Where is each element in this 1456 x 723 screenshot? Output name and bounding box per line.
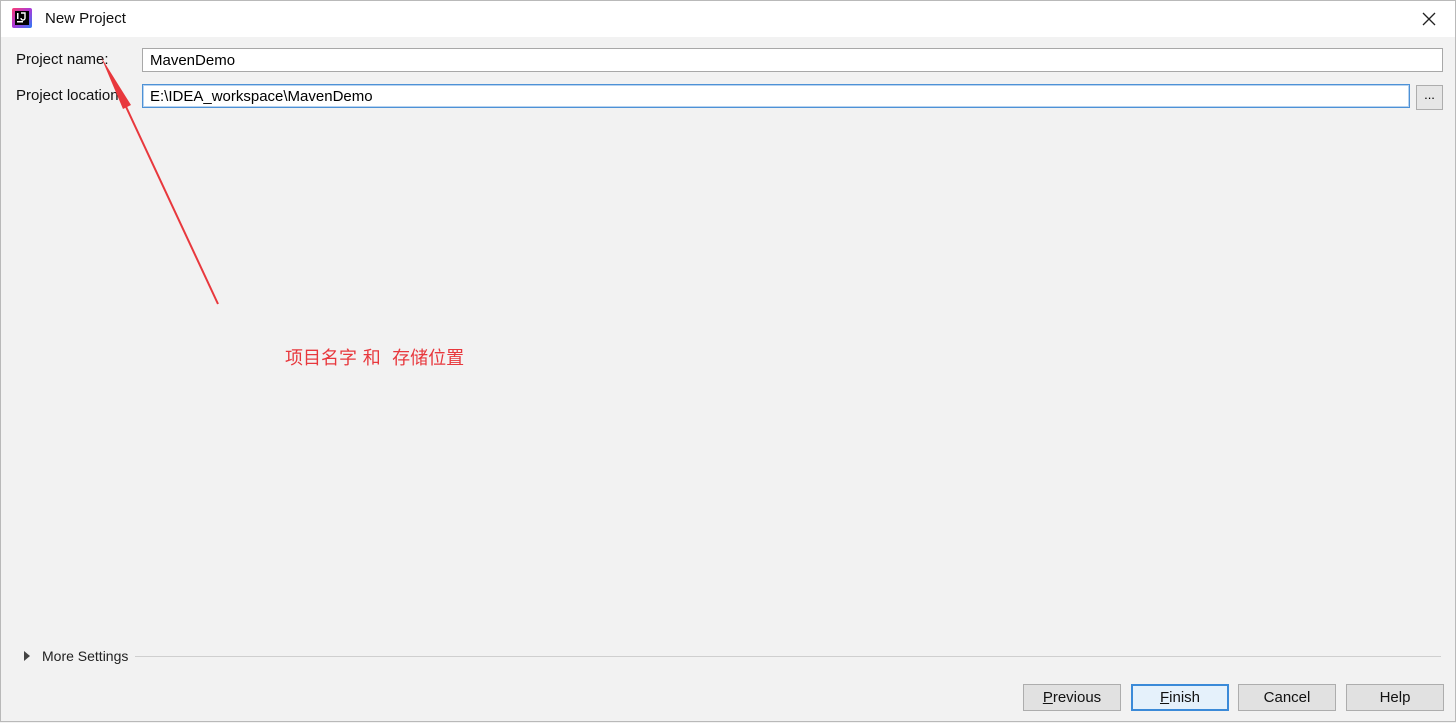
new-project-dialog: New Project Project name: Project locati… — [0, 0, 1456, 722]
project-name-input[interactable] — [142, 48, 1443, 72]
project-location-label: Project location: — [16, 87, 123, 104]
finish-button[interactable]: Finish — [1131, 684, 1229, 711]
project-location-input[interactable] — [142, 84, 1410, 108]
annotation-note: 项目名字 和 存储位置 — [285, 348, 465, 369]
annotation-arrow — [101, 57, 219, 305]
title-bar: New Project — [1, 1, 1455, 37]
project-name-label: Project name: — [16, 51, 109, 68]
close-icon[interactable] — [1417, 7, 1441, 31]
intellij-idea-icon — [12, 8, 32, 28]
cancel-button[interactable]: Cancel — [1238, 684, 1336, 711]
browse-location-button[interactable]: ... — [1416, 85, 1443, 110]
expand-arrow-icon — [24, 651, 30, 661]
help-button[interactable]: Help — [1346, 684, 1444, 711]
more-settings-divider — [135, 656, 1441, 657]
window-title: New Project — [45, 10, 126, 27]
more-settings-label: More Settings — [42, 648, 129, 664]
previous-button[interactable]: Previous — [1023, 684, 1121, 711]
